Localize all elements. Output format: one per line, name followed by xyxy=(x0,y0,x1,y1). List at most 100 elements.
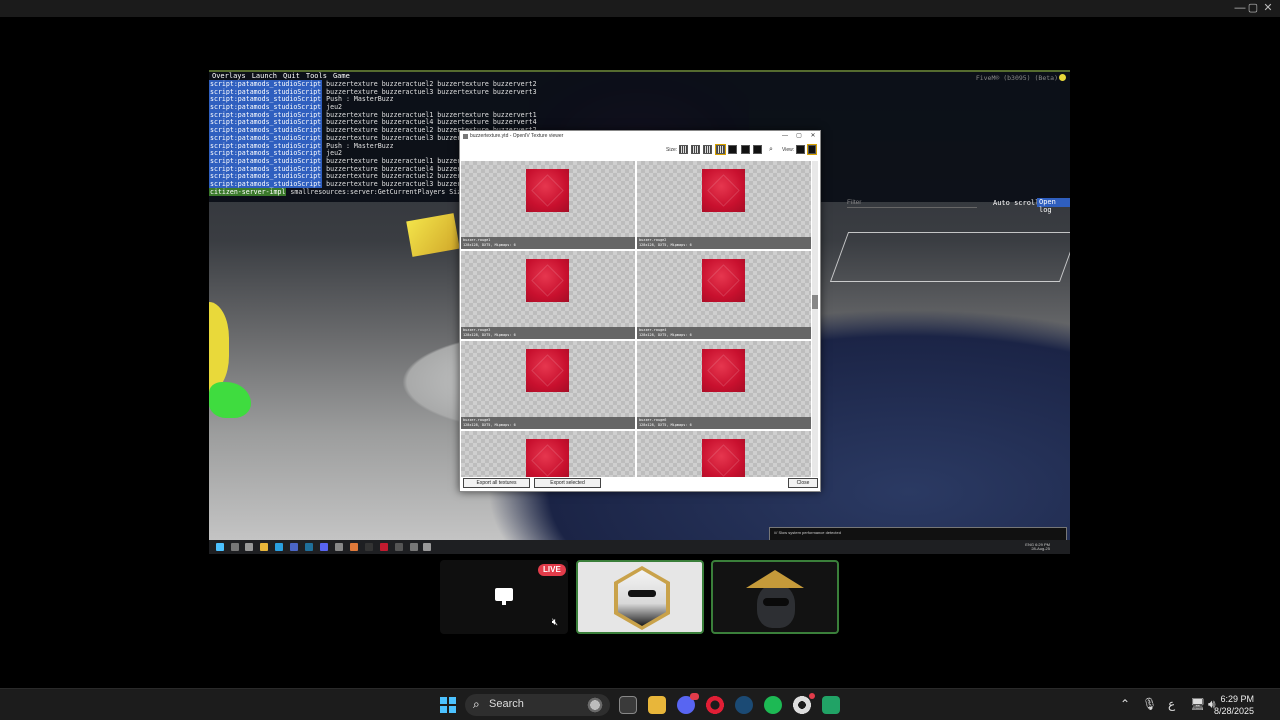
participant-tile[interactable] xyxy=(711,560,839,634)
app-icon[interactable] xyxy=(410,543,418,551)
steam-icon[interactable] xyxy=(305,543,313,551)
size-option-icon[interactable] xyxy=(728,145,737,154)
texture-viewer-titlebar: buzzertexture.ytd - OpenIV Texture viewe… xyxy=(460,131,820,141)
taskbar-search[interactable]: ⌕ Search xyxy=(465,694,610,716)
dialog-minimize-button[interactable]: — xyxy=(778,131,792,141)
texture-tile[interactable]: buzzer-rouge4 128x128, DXT5, Mipmaps: 6 xyxy=(637,251,811,339)
export-selected-button[interactable]: Export selected xyxy=(534,478,601,488)
size-option-icon[interactable] xyxy=(741,145,750,154)
search-highlight-icon xyxy=(586,697,604,713)
texture-label: buzzer-rouge3 128x128, DXT5, Mipmaps: 6 xyxy=(461,327,635,339)
opera-icon[interactable] xyxy=(706,696,724,714)
screen-share-tile[interactable]: LIVE 🔇︎ xyxy=(440,560,568,634)
size-option-icon[interactable] xyxy=(703,145,712,154)
sunglasses-icon xyxy=(628,590,656,597)
texture-label: buzzer-rouge5 128x128, DXT5, Mipmaps: 6 xyxy=(461,417,635,429)
texture-tile[interactable] xyxy=(461,431,635,477)
size-option-icon[interactable] xyxy=(679,145,688,154)
language-indicator[interactable]: ع xyxy=(1168,697,1175,711)
spotify-icon[interactable] xyxy=(764,696,782,714)
file-explorer-icon[interactable] xyxy=(260,543,268,551)
search-icon[interactable]: ⌕ xyxy=(769,146,773,154)
texture-label: buzzer-rouge6 128x128, DXT5, Mipmaps: 6 xyxy=(637,417,811,429)
open-log-button[interactable]: Open log xyxy=(1037,198,1070,214)
app-icon[interactable] xyxy=(395,543,403,551)
view-list-icon[interactable] xyxy=(796,145,805,154)
texture-preview xyxy=(526,259,569,302)
taskbar-clock[interactable]: 6:29 PM 8/28/2025 xyxy=(1214,693,1254,717)
texture-preview xyxy=(526,349,569,392)
fivem-icon xyxy=(1059,74,1066,81)
texture-tile[interactable]: buzzer-rouge6 128x128, DXT5, Mipmaps: 6 xyxy=(637,341,811,429)
texture-preview xyxy=(702,259,745,302)
size-option-icon[interactable] xyxy=(691,145,700,154)
muted-speaker-icon[interactable]: 🔇︎ xyxy=(552,617,558,628)
start-icon[interactable] xyxy=(440,697,456,713)
live-badge: LIVE xyxy=(538,564,566,576)
log-source: script:patamods_studioScript xyxy=(209,126,323,135)
steam-icon[interactable] xyxy=(735,696,753,714)
log-text: smallresources:server:GetCurrentPlayers … xyxy=(290,187,485,196)
app-icon[interactable] xyxy=(290,543,298,551)
task-view-icon[interactable] xyxy=(619,696,637,714)
microphone-icon[interactable]: 🎙︎ xyxy=(1142,697,1157,711)
texture-label: buzzer-rouge4 128x128, DXT5, Mipmaps: 6 xyxy=(637,327,811,339)
texture-tile[interactable]: buzzer-rouge5 128x128, DXT5, Mipmaps: 6 xyxy=(461,341,635,429)
texture-viewer-footer: Export all textures Export selected Clos… xyxy=(460,475,820,491)
texture-grid-scrollbar[interactable] xyxy=(812,161,818,477)
texture-label: buzzer-rouge2 128x128, DXT5, Mipmaps: 6 xyxy=(637,237,811,249)
texture-tile[interactable]: buzzer-rouge3 128x128, DXT5, Mipmaps: 6 xyxy=(461,251,635,339)
log-source: script:patamods_studioScript xyxy=(209,156,323,165)
scrollbar-thumb[interactable] xyxy=(812,295,818,309)
screen-share-stream[interactable]: 48 Overlays Launch Quit Tools Game FiveM… xyxy=(209,70,1070,554)
excel-icon[interactable] xyxy=(822,696,840,714)
texture-viewer-toolbar: Size: ⌕ View: xyxy=(460,141,820,159)
texture-preview xyxy=(702,349,745,392)
task-view-icon[interactable] xyxy=(245,543,253,551)
app-icon[interactable] xyxy=(350,543,358,551)
openiv-icon xyxy=(463,134,468,139)
chevron-up-icon[interactable]: ⌃ xyxy=(1120,697,1130,711)
start-icon[interactable] xyxy=(216,543,224,551)
chatgpt-icon[interactable] xyxy=(793,693,815,714)
notification-badge xyxy=(690,693,699,700)
app-icon[interactable] xyxy=(423,543,431,551)
texture-tile[interactable]: buzzer-rouge2 128x128, DXT5, Mipmaps: 6 xyxy=(637,161,811,249)
dialog-close-button[interactable]: ✕ xyxy=(806,131,820,141)
discord-icon[interactable] xyxy=(677,693,699,714)
discord-icon[interactable] xyxy=(320,543,328,551)
app-icon[interactable] xyxy=(335,543,343,551)
console-filter-input[interactable] xyxy=(847,198,977,208)
texture-tile[interactable] xyxy=(637,431,811,477)
opera-icon[interactable] xyxy=(380,543,388,551)
network-icon[interactable]: 🖥︎ xyxy=(1190,697,1205,711)
close-button[interactable]: ✕ xyxy=(1258,1,1278,16)
export-all-button[interactable]: Export all textures xyxy=(463,478,530,488)
size-option-icon[interactable] xyxy=(715,144,726,155)
clock-time: 6:29 PM xyxy=(1220,694,1254,704)
dialog-maximize-button[interactable]: ▢ xyxy=(792,131,806,141)
search-icon: ⌕ xyxy=(473,697,480,711)
search-icon[interactable] xyxy=(231,543,239,551)
close-dialog-button[interactable]: Close xyxy=(788,478,818,488)
texture-tile[interactable]: buzzer-rouge1 128x128, DXT5, Mipmaps: 6 xyxy=(461,161,635,249)
app-icon[interactable] xyxy=(365,543,373,551)
edge-icon[interactable] xyxy=(275,543,283,551)
search-placeholder: Search xyxy=(489,698,524,710)
view-grid-icon[interactable] xyxy=(807,144,817,155)
file-explorer-icon[interactable] xyxy=(648,696,666,714)
size-label: Size: xyxy=(666,147,678,153)
build-label: FiveM® (b3095) (Beta) xyxy=(975,74,1058,82)
texture-preview xyxy=(702,169,745,212)
stage-outline xyxy=(829,232,1070,282)
texture-preview xyxy=(526,169,569,212)
remote-clock[interactable]: ENG 6:29 PM 28-Aug-25 xyxy=(1025,543,1050,551)
size-option-icon[interactable] xyxy=(753,145,762,154)
avatar xyxy=(757,584,795,628)
avatar xyxy=(614,566,670,630)
log-source: script:patamods_studioScript xyxy=(209,80,323,88)
log-source: script:patamods_studioScript xyxy=(209,103,323,112)
texture-viewer-title: buzzertexture.ytd - OpenIV Texture viewe… xyxy=(470,133,564,139)
participant-tile[interactable] xyxy=(576,560,704,634)
autoscroll-toggle[interactable]: Auto scroll xyxy=(993,199,1039,207)
